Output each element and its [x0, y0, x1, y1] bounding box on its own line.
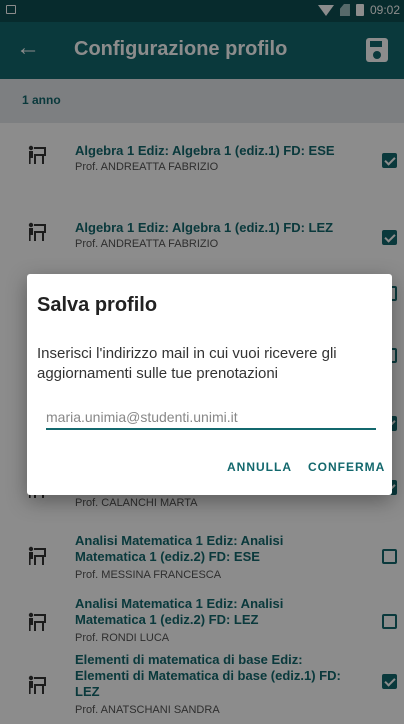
- cancel-button[interactable]: ANNULLA: [227, 460, 292, 474]
- save-profile-dialog: Salva profilo Inserisci l'indirizzo mail…: [27, 274, 392, 495]
- dialog-message: Inserisci l'indirizzo mail in cui vuoi r…: [37, 345, 337, 382]
- confirm-button[interactable]: CONFERMA: [308, 460, 385, 474]
- email-field[interactable]: [46, 406, 376, 430]
- dialog-title: Salva profilo: [37, 294, 158, 316]
